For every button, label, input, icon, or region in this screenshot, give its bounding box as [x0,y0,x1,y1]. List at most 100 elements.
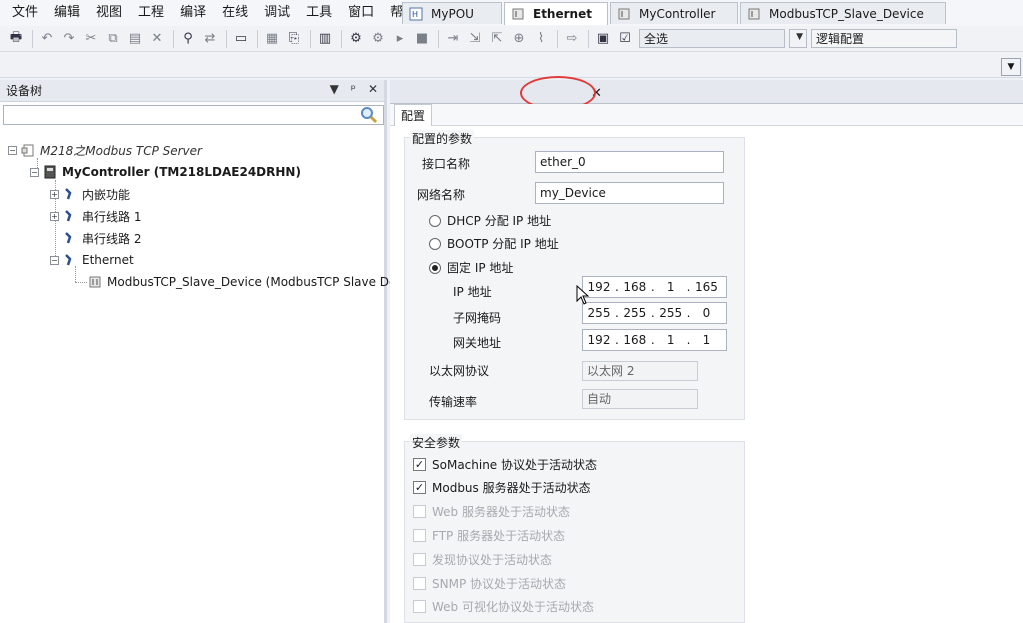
interface-name-label: 接口名称 [422,157,471,171]
project-icon [21,144,34,157]
tree-root[interactable]: − M218之Modbus TCP Server [8,140,202,160]
tree-item[interactable]: + 内嵌功能 [50,184,130,204]
cut-icon[interactable]: ✂ [81,29,101,49]
network-name-label: 网络名称 [417,188,466,202]
transfer-rate-label: 传输速率 [429,395,478,409]
radio-bootp[interactable]: BOOTP 分配 IP 地址 [429,235,559,252]
tab-mypou[interactable]: H MyPOU [402,2,502,24]
step-into-icon[interactable]: ⇲ [465,29,485,49]
tab-mycontroller[interactable]: MyController [610,2,738,24]
select-combo-dropdown[interactable]: ▼ [789,29,807,48]
checkbox-label: SoMachine 协议处于活动状态 [432,458,598,472]
subnet-mask-field[interactable]: 255. 255. 255. 0 [582,302,727,324]
radio-dhcp[interactable]: DHCP 分配 IP 地址 [429,212,551,229]
tree-item-ethernet[interactable]: − Ethernet [50,250,134,270]
ip-octet: 168 [623,280,647,294]
menu-project[interactable]: 工程 [130,0,172,26]
device-icon [618,8,630,19]
collapse-icon[interactable]: − [8,145,17,155]
chevron-down-icon: ▼ [796,32,803,42]
step-out-icon[interactable]: ⇱ [487,29,507,49]
checkbox-label: 发现协议处于活动状态 [432,553,553,567]
replace-icon[interactable]: ⇄ [200,29,220,49]
check-icon[interactable]: ☑ [615,29,635,49]
checkbox-somachine-protocol[interactable]: ✓ SoMachine 协议处于活动状态 [413,456,597,473]
redo-icon[interactable]: ↷ [59,29,79,49]
find-icon[interactable]: ⚲ [178,29,198,49]
chevron-down-icon: ▼ [1007,62,1015,72]
expand-icon[interactable]: + [50,189,59,199]
screen-icon[interactable]: ▣ [593,29,613,49]
ip-octet: 1 [666,280,675,294]
menu-debug[interactable]: 调试 [256,0,298,26]
radio-fixed-ip[interactable]: 固定 IP 地址 [429,259,513,276]
radio-label: BOOTP 分配 IP 地址 [447,237,559,251]
delete-icon[interactable]: ✕ [147,29,167,49]
checkbox-ftp-server: FTP 服务器处于活动状态 [413,527,565,544]
print-icon[interactable]: 🖶 [6,29,26,49]
transfer-rate-field: 自动 [582,389,698,409]
pin-icon[interactable]: ᵖ [351,82,356,96]
menu-online[interactable]: 在线 [214,0,256,26]
build-icon[interactable]: ⚙ [346,29,366,49]
run-icon[interactable]: ▸ [390,29,410,49]
toolbar-divider [32,29,33,48]
go-to-icon[interactable]: ⇨ [562,29,582,49]
subnet-mask-label: 子网掩码 [453,311,502,325]
mouse-cursor-icon [576,285,590,305]
step-over-icon[interactable]: ⇥ [443,29,463,49]
checkbox-label: FTP 服务器处于活动状态 [432,529,566,543]
rebuild-icon[interactable]: ⚙ [368,29,388,49]
tree-item-label: 内嵌功能 [82,187,131,202]
tree-controller[interactable]: − MyController (TM218LDAE24DRHN) [30,162,301,182]
ip-address-field[interactable]: 192. 168. 1. 165 [582,276,727,298]
tab-modbustcp-slave[interactable]: ModbusTCP_Slave_Device [740,2,946,24]
layout-icon[interactable]: ▦ [262,29,282,49]
svg-text:H: H [412,10,418,19]
checkbox-label: Web 服务器处于活动状态 [432,505,570,519]
menu-build[interactable]: 编译 [172,0,214,26]
checkbox-box [413,505,426,518]
collapse-icon[interactable]: − [50,255,59,265]
paste-icon[interactable]: ▤ [125,29,145,49]
search-input[interactable] [3,105,384,125]
tree-item[interactable]: + 串行线路 1 [50,206,141,226]
new-object-icon[interactable]: ⎘ [284,29,304,49]
menu-edit[interactable]: 编辑 [46,0,88,26]
network-name-field[interactable]: my_Device [535,182,724,204]
select-combo[interactable]: 全选 [639,29,785,48]
radio-indicator [429,214,441,227]
interface-name-field[interactable]: ether_0 [535,151,724,173]
tree-filter-dropdown[interactable]: ▼ [1001,58,1021,76]
pou-icon: H [409,7,423,20]
menu-view[interactable]: 视图 [88,0,130,26]
checkbox-label: SNMP 协议处于活动状态 [432,577,566,591]
calendar-icon[interactable]: ▥ [315,29,335,49]
stop-icon[interactable]: ■ [412,29,432,49]
collapse-icon[interactable]: − [30,167,39,177]
expand-icon[interactable]: + [50,211,59,221]
tree-item[interactable]: 串行线路 2 [63,228,141,248]
search-icon[interactable] [360,106,378,124]
logic-config-combo[interactable]: 逻辑配置 [811,29,957,48]
tab-config[interactable]: 配置 [394,104,433,126]
debug-icon[interactable]: ⌇ [531,29,551,49]
pane-menu-icon[interactable]: ▼ [330,82,339,96]
menu-tools[interactable]: 工具 [298,0,340,26]
close-icon[interactable]: ✕ [591,86,602,101]
tree-item-modbus-slave[interactable]: ModbusTCP_Slave_Device (ModbusTCP Slave … [88,272,426,292]
tab-ethernet[interactable]: Ethernet [504,2,608,25]
ip-octet: 0 [702,306,711,320]
undo-icon[interactable]: ↶ [37,29,57,49]
checkbox-modbus-server[interactable]: ✓ Modbus 服务器处于活动状态 [413,479,591,496]
menu-window[interactable]: 窗口 [340,0,382,26]
close-icon[interactable]: ✕ [368,82,378,96]
copy-icon[interactable]: ⧉ [103,29,123,49]
menu-file[interactable]: 文件 [4,0,46,26]
ip-octet: 192 [587,333,611,347]
window-icon[interactable]: ▭ [231,29,251,49]
select-combo-value: 全选 [644,32,669,46]
toolbar-divider [310,29,311,48]
breakpoint-icon[interactable]: ⊕ [509,29,529,49]
gateway-field[interactable]: 192. 168. 1. 1 [582,329,727,351]
